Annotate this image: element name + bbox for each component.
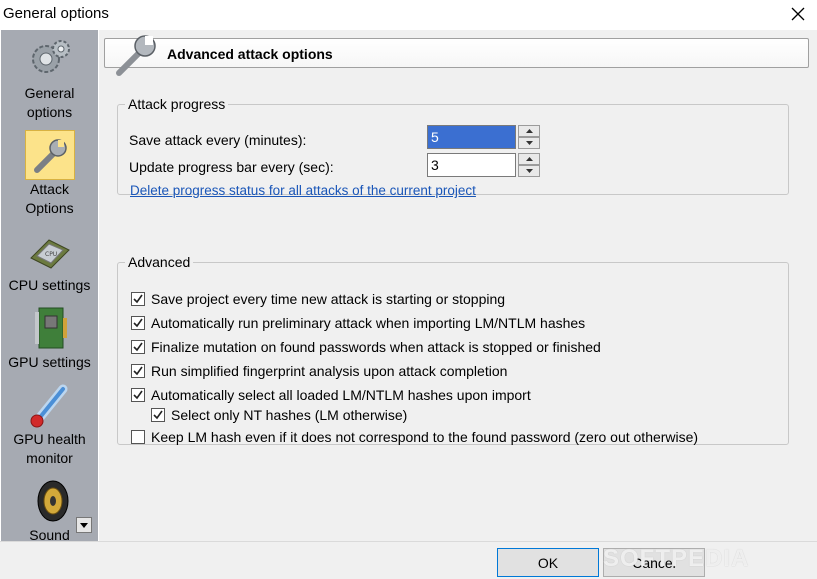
dialog-footer: OK Cancel SOFTPEDIA [0,541,817,579]
sidebar-item-gpu-settings[interactable]: GPU settings [1,303,98,372]
wrench-icon [33,139,67,173]
checkbox[interactable] [151,408,165,422]
checkbox-label: Automatically run preliminary attack whe… [151,315,586,331]
checkbox[interactable] [131,430,145,444]
triangle-down-icon [80,522,88,528]
delete-progress-link[interactable]: Delete progress status for all attacks o… [130,183,476,198]
sidebar-label: options [26,104,73,120]
sidebar-label: Options [25,200,74,216]
check-icon [133,390,143,400]
advanced-group: Advanced Save project every time new att… [117,254,789,445]
close-icon [791,7,805,21]
checkbox[interactable] [131,292,145,306]
checkbox[interactable] [131,316,145,330]
checkbox-label: Automatically select all loaded LM/NTLM … [151,387,531,403]
gears-icon [31,40,70,73]
spin-up-button[interactable] [518,125,540,137]
spin-down-button[interactable] [518,137,540,149]
update-interval-spinner [427,153,540,177]
check-icon [133,342,143,352]
section-header: Advanced attack options [104,35,809,76]
ok-button[interactable]: OK [497,548,599,577]
close-button[interactable] [785,1,811,27]
save-interval-label: Save attack every (minutes): [129,132,307,148]
checkbox[interactable] [131,388,145,402]
section-title: Advanced attack options [167,46,333,62]
checkbox-label: Keep LM hash even if it does not corresp… [151,429,699,445]
wrench-icon [116,35,156,76]
spin-up-button[interactable] [518,153,540,165]
checkbox-label: Save project every time new attack is st… [151,291,506,307]
spin-down-button[interactable] [518,165,540,177]
sidebar-label: monitor [26,450,73,466]
window-title: General options [3,5,109,22]
group-legend: Attack progress [128,96,226,112]
triangle-up-icon [525,157,533,161]
sidebar: General options Attack Options CPU CPU s… [1,30,98,541]
update-interval-input[interactable] [427,153,516,177]
sidebar-label: GPU settings [8,354,91,370]
checkbox[interactable] [131,364,145,378]
checkbox-label: Run simplified fingerprint analysis upon… [151,363,508,379]
title-bar: General options [0,0,817,28]
triangle-down-icon [525,169,533,173]
checkbox[interactable] [131,340,145,354]
speaker-icon [37,480,68,522]
sidebar-label: GPU health [13,431,86,447]
sidebar-item-attack-options[interactable]: Attack Options [1,130,98,218]
svg-text:CPU: CPU [45,251,57,258]
option-preliminary-attack-checkbox[interactable]: Automatically run preliminary attack whe… [131,315,585,331]
save-interval-input[interactable] [427,125,516,149]
sidebar-item-general-options[interactable]: General options [1,34,98,122]
check-icon [133,318,143,328]
checkbox-label: Select only NT hashes (LM otherwise) [171,407,408,423]
attack-progress-group: Attack progress Save attack every (minut… [117,96,789,198]
check-icon [133,294,143,304]
option-fingerprint-analysis-checkbox[interactable]: Run simplified fingerprint analysis upon… [131,363,507,379]
cancel-button[interactable]: Cancel [603,548,705,577]
cpu-chip-icon: CPU [29,239,70,269]
option-nt-hashes-only-checkbox[interactable]: Select only NT hashes (LM otherwise) [151,407,407,423]
sidebar-item-gpu-health-monitor[interactable]: GPU health monitor [1,380,98,468]
main-panel: Advanced attack options Attack progress … [99,30,817,541]
option-select-all-hashes-checkbox[interactable]: Automatically select all loaded LM/NTLM … [131,387,531,403]
sidebar-label: General [24,85,75,101]
checkbox-label: Finalize mutation on found passwords whe… [151,339,601,355]
sidebar-label: Attack [30,181,69,197]
option-keep-lm-hash-checkbox[interactable]: Keep LM hash even if it does not corresp… [131,429,698,445]
save-interval-spinner [427,125,540,149]
check-icon [133,366,143,376]
thermometer-icon [30,384,67,428]
gpu-card-icon [34,307,67,349]
sidebar-label: CPU settings [8,277,91,293]
group-legend: Advanced [128,254,191,270]
sidebar-scroll-down-button[interactable] [76,517,92,533]
sidebar-item-cpu-settings[interactable]: CPU CPU settings [1,226,98,295]
option-save-project-checkbox[interactable]: Save project every time new attack is st… [131,291,505,307]
check-icon [153,410,163,420]
triangle-down-icon [525,141,533,145]
update-interval-label: Update progress bar every (sec): [129,159,334,175]
option-finalize-mutation-checkbox[interactable]: Finalize mutation on found passwords whe… [131,339,601,355]
triangle-up-icon [525,129,533,133]
